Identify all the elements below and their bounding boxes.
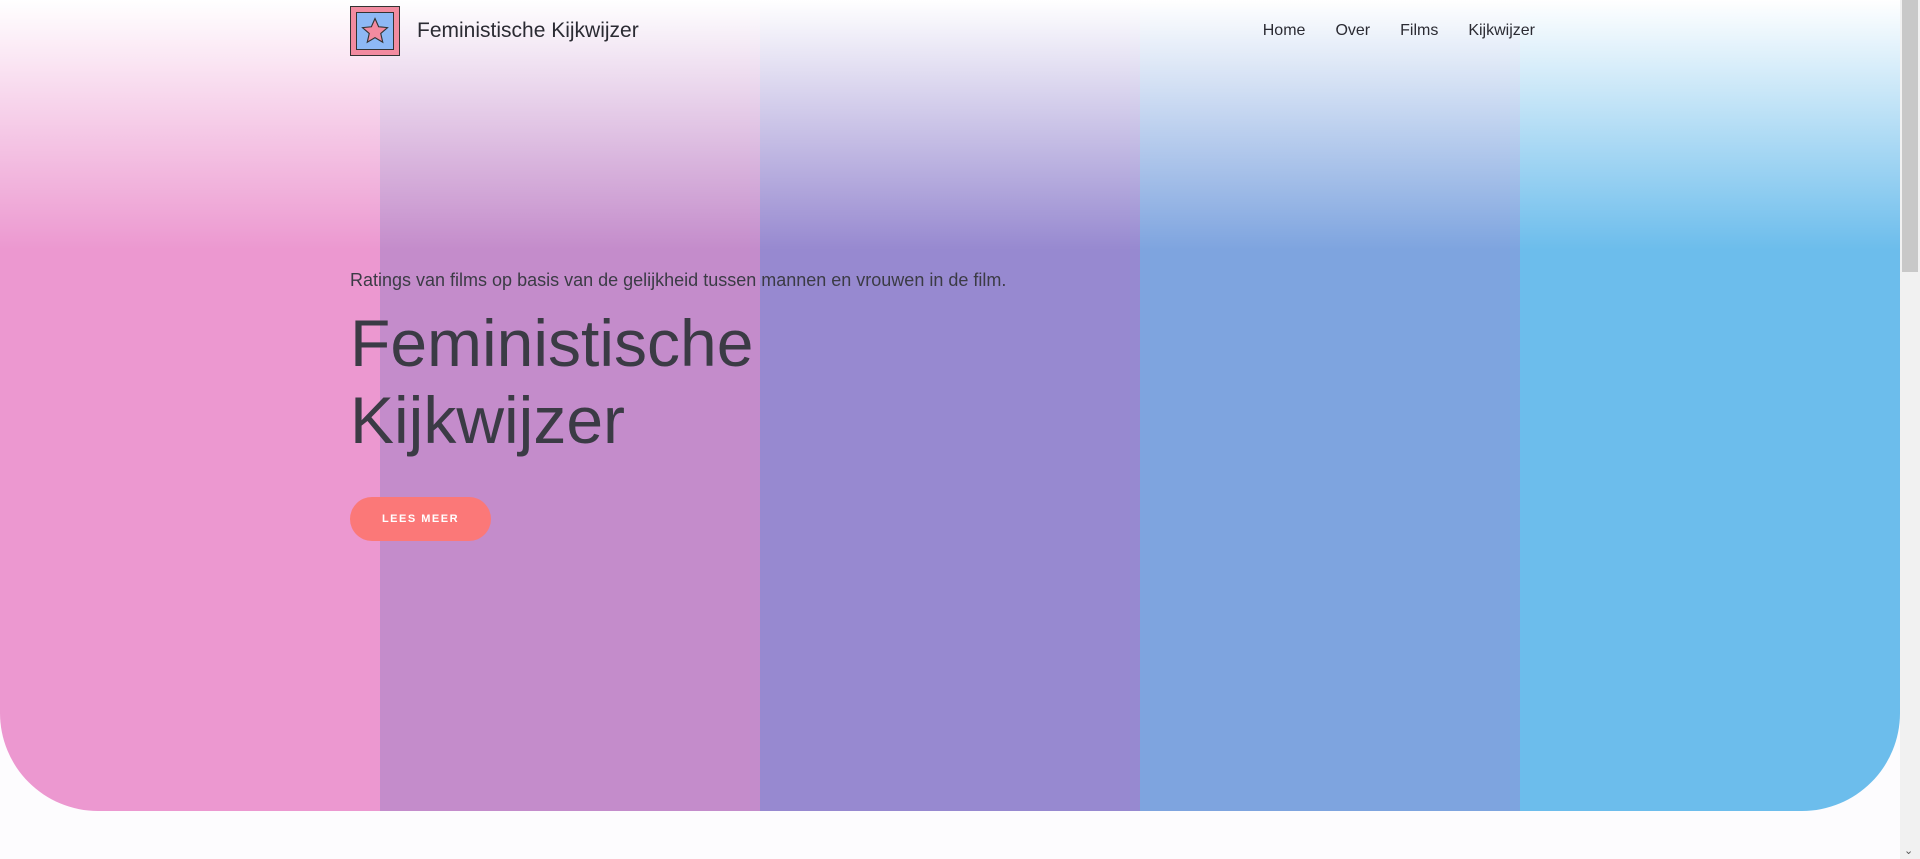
site-title[interactable]: Feministische Kijkwijzer [417,19,639,43]
title-line-1: Feministische [350,306,754,380]
title-line-2: Kijkwijzer [350,383,626,457]
nav-over[interactable]: Over [1335,22,1370,40]
main-menu: Home Over Films Kijkwijzer [1263,22,1535,40]
hero-content: Ratings van films op basis van de gelijk… [350,270,1006,541]
scrollbar-thumb[interactable] [1902,0,1918,272]
logo[interactable] [350,6,400,56]
star-icon [361,17,389,44]
nav-kijkwijzer[interactable]: Kijkwijzer [1468,22,1535,40]
scrollbar[interactable]: ⌄ [1900,0,1920,859]
nav-home[interactable]: Home [1263,22,1306,40]
read-more-button[interactable]: LEES MEER [350,497,491,541]
scroll-down-icon[interactable]: ⌄ [1904,844,1913,857]
hero-title: Feministische Kijkwijzer [350,305,1006,459]
hero-subtitle: Ratings van films op basis van de gelijk… [350,270,1007,290]
navbar: Feministische Kijkwijzer Home Over Films… [350,6,1535,56]
nav-films[interactable]: Films [1400,22,1438,40]
